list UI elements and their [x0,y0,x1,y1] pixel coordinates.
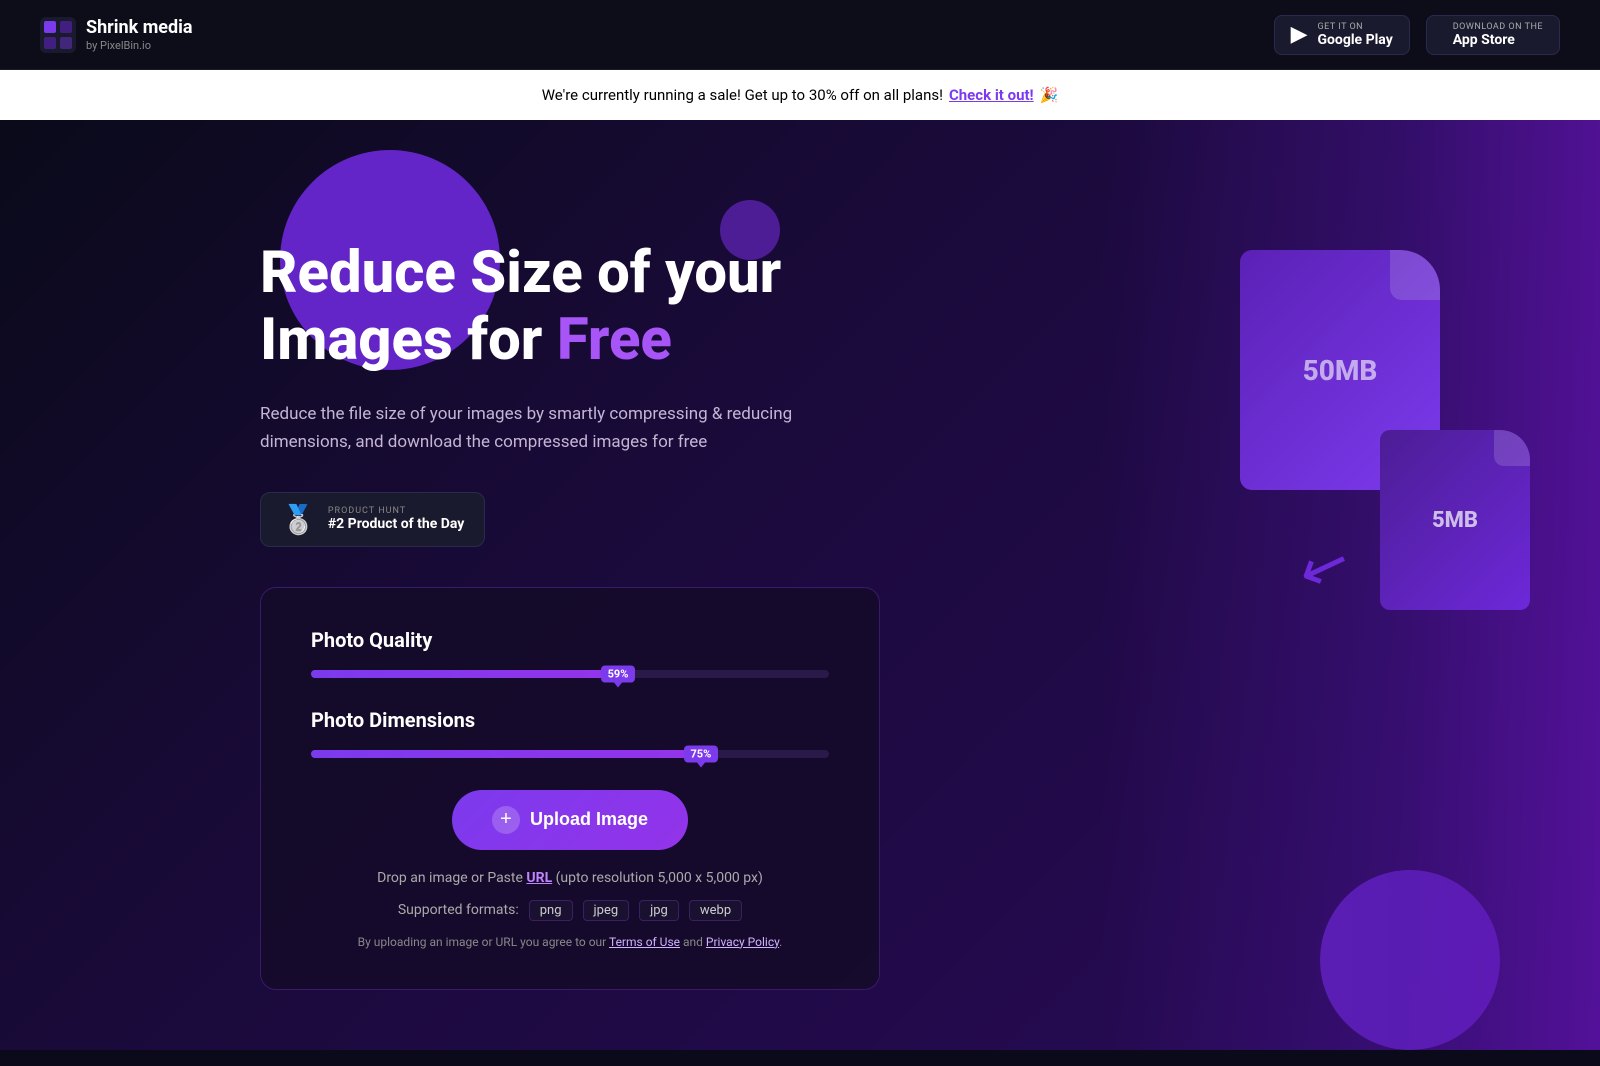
quality-slider-container: Photo Quality 59% [311,628,829,678]
terms-text: By uploading an image or URL you agree t… [311,935,829,949]
hero-title-line2-prefix: Images for [260,306,557,374]
promo-emoji: 🎉 [1040,86,1059,104]
app-store-text: Download on the App Store [1453,22,1543,48]
hero-section: 50MB ↙ 5MB Reduce Size of your Images fo… [0,120,1600,1050]
format-webp: webp [689,900,742,921]
plus-symbol: + [500,808,512,831]
google-play-text: GET IT ON Google Play [1317,22,1392,48]
formats-row: Supported formats: png jpeg jpg webp [311,900,829,921]
google-play-get-on: GET IT ON [1317,22,1392,32]
app-store-badge[interactable]: Download on the App Store [1426,15,1560,55]
promo-text: We're currently running a sale! Get up t… [542,86,943,104]
ph-emoji: 🥈 [281,503,316,536]
ph-text-area: PRODUCT HUNT #2 Product of the Day [328,506,464,532]
formats-label: Supported formats: [398,902,519,918]
hero-title: Reduce Size of your Images for Free [260,240,960,373]
drop-text: Drop an image or Paste URL (upto resolut… [311,870,829,886]
app-store-name: App Store [1453,32,1543,48]
dimensions-slider-track: 75% [311,750,829,758]
promo-banner: We're currently running a sale! Get up t… [0,70,1600,120]
format-jpg: jpg [639,900,679,921]
file-icon-small-label: 5MB [1432,508,1478,533]
ph-label: PRODUCT HUNT [328,506,464,516]
file-icon-large-label: 50MB [1303,354,1378,387]
upload-plus-icon: + [492,806,520,834]
logo-text: Shrink media by PixelBin.io [86,17,193,52]
drop-text-prefix: Drop an image or Paste [377,870,526,886]
quality-label: Photo Quality [311,628,829,652]
dimensions-slider-fill [311,750,700,758]
logo-title: Shrink media [86,17,193,39]
arrow-decoration: ↙ [1289,524,1361,608]
dimensions-slider-thumb[interactable]: 75% [684,745,719,762]
dimensions-badge: 75% [684,745,719,762]
google-play-icon: ▶ [1291,22,1308,47]
terms-suffix: . [779,935,782,949]
header-right: ▶ GET IT ON Google Play Download on the … [1274,15,1560,55]
format-png: png [529,900,573,921]
google-play-name: Google Play [1317,32,1392,48]
logo-icon [40,17,76,53]
hero-right-decoration: 50MB ↙ 5MB [1180,170,1600,770]
ph-product: #2 Product of the Day [328,516,464,532]
drop-url-link[interactable]: URL [526,870,552,886]
dimensions-label: Photo Dimensions [311,708,829,732]
hero-subtitle: Reduce the file size of your images by s… [260,401,820,455]
dimensions-slider-container: Photo Dimensions 75% [311,708,829,758]
upload-button-label: Upload Image [530,809,648,830]
header: Shrink media by PixelBin.io ▶ GET IT ON … [0,0,1600,70]
hero-content: Reduce Size of your Images for Free Redu… [260,240,960,990]
quality-slider-thumb[interactable]: 59% [601,665,636,682]
upload-card: Photo Quality 59% Photo Dimensions 75% [260,587,880,990]
quality-slider-track: 59% [311,670,829,678]
drop-text-suffix: (upto resolution 5,000 x 5,000 px) [552,870,763,886]
app-store-get-on: Download on the [1453,22,1543,32]
file-icon-5mb: 5MB [1380,430,1530,610]
logo-subtitle: by PixelBin.io [86,39,193,52]
quality-badge: 59% [601,665,636,682]
quality-slider-fill [311,670,617,678]
upload-button[interactable]: + Upload Image [452,790,688,850]
privacy-policy-link[interactable]: Privacy Policy [706,935,779,949]
format-jpeg: jpeg [583,900,630,921]
product-hunt-badge: 🥈 PRODUCT HUNT #2 Product of the Day [260,492,485,547]
terms-middle: and [680,935,706,949]
terms-prefix: By uploading an image or URL you agree t… [358,935,609,949]
hero-title-free: Free [557,306,672,374]
logo-area: Shrink media by PixelBin.io [40,17,193,53]
terms-of-use-link[interactable]: Terms of Use [609,935,680,949]
promo-link[interactable]: Check it out! [949,86,1034,104]
google-play-badge[interactable]: ▶ GET IT ON Google Play [1274,15,1410,55]
hero-title-line1: Reduce Size of your [260,239,781,307]
